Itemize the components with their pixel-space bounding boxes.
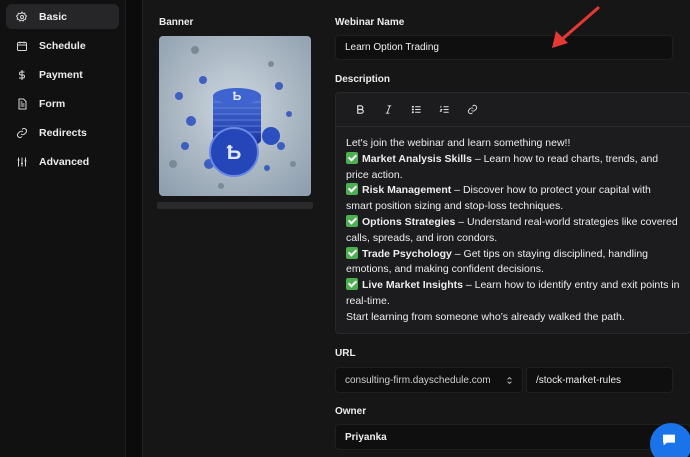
gear-icon — [15, 10, 29, 24]
italic-icon[interactable] — [374, 100, 402, 120]
point-title: Market Analysis Skills — [362, 152, 472, 165]
form-icon — [15, 97, 29, 111]
dollar-icon — [15, 68, 29, 82]
url-slug-input[interactable]: /stock-market-rules — [526, 367, 673, 393]
banner-image[interactable]: Ҍ Ҍ — [159, 36, 311, 196]
owner-label: Owner — [335, 406, 367, 417]
sidebar-item-label: Advanced — [39, 155, 90, 168]
description-editor[interactable]: Let's join the webinar and learn somethi… — [335, 92, 690, 334]
description-point: Market Analysis Skills – Learn how to re… — [346, 151, 680, 184]
numbered-list-icon[interactable] — [430, 100, 458, 120]
sidebar-item-basic[interactable]: Basic — [6, 4, 119, 29]
chevron-up-down-icon — [505, 376, 514, 385]
point-title: Risk Management — [362, 184, 452, 197]
sliders-icon — [15, 155, 29, 169]
sidebar-item-payment[interactable]: Payment — [6, 62, 119, 87]
point-title: Options Strategies — [362, 215, 456, 228]
editor-toolbar — [336, 93, 690, 127]
sidebar-item-advanced[interactable]: Advanced — [6, 149, 119, 174]
check-mark-icon — [346, 278, 358, 291]
check-mark-icon — [346, 151, 358, 164]
description-outro: Start learning from someone who’s alread… — [346, 310, 625, 323]
banner-scrollbar[interactable] — [157, 202, 313, 209]
description-point: Live Market Insights – Learn how to iden… — [346, 278, 680, 310]
check-mark-icon — [346, 246, 358, 259]
webinar-name-input[interactable]: Learn Option Trading — [335, 35, 673, 60]
link-icon — [15, 126, 29, 140]
sidebar-item-label: Schedule — [39, 39, 86, 52]
description-point: Risk Management – Discover how to protec… — [346, 183, 680, 215]
sidebar-item-label: Payment — [39, 68, 83, 81]
point-title: Trade Psychology — [362, 247, 452, 260]
sidebar-item-label: Redirects — [39, 126, 87, 139]
calendar-icon — [15, 39, 29, 53]
webinar-name-label: Webinar Name — [335, 17, 405, 28]
annotation-arrow-icon — [552, 6, 600, 48]
check-mark-icon — [346, 183, 358, 196]
banner-label: Banner — [159, 17, 194, 28]
description-point: Trade Psychology – Get tips on staying d… — [346, 246, 680, 279]
point-title: Live Market Insights — [362, 279, 463, 292]
svg-text:Ҍ: Ҍ — [227, 142, 241, 164]
sidebar-item-redirects[interactable]: Redirects — [6, 120, 119, 145]
check-mark-icon — [346, 214, 358, 227]
sidebar-item-label: Form — [39, 97, 66, 110]
link-icon[interactable] — [458, 100, 486, 120]
description-point: Options Strategies – Understand real-wor… — [346, 214, 680, 247]
bold-icon[interactable] — [346, 100, 374, 120]
sidebar-item-schedule[interactable]: Schedule — [6, 33, 119, 58]
url-domain-select[interactable]: consulting-firm.dayschedule.com — [335, 367, 523, 393]
bullet-list-icon[interactable] — [402, 100, 430, 120]
chat-icon — [663, 434, 675, 446]
editor-content[interactable]: Let's join the webinar and learn somethi… — [336, 127, 690, 326]
chat-widget-button[interactable] — [650, 423, 690, 457]
sidebar-item-form[interactable]: Form — [6, 91, 119, 116]
description-intro: Let's join the webinar and learn somethi… — [346, 137, 571, 149]
svg-text:Ҍ: Ҍ — [233, 89, 242, 103]
owner-select[interactable]: Priyanka — [335, 424, 690, 450]
sidebar: Basic Schedule Payment Form Redirects Ad… — [0, 0, 126, 457]
url-label: URL — [335, 348, 356, 359]
content-panel: Banner Ҍ Ҍ Webinar Name Learn Option Tra… — [142, 0, 690, 457]
url-domain-value: consulting-firm.dayschedule.com — [345, 374, 491, 386]
sidebar-item-label: Basic — [39, 10, 68, 23]
description-label: Description — [335, 74, 391, 85]
